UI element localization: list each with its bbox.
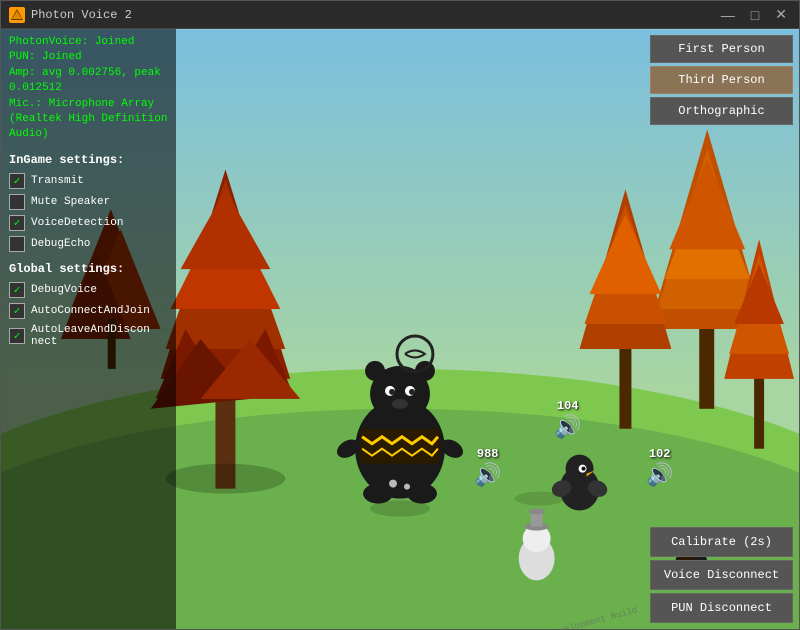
debug-echo-label: DebugEcho <box>31 238 90 250</box>
voice-disconnect-button[interactable]: Voice Disconnect <box>650 560 793 590</box>
mute-speaker-checkbox[interactable] <box>9 194 25 210</box>
app-icon <box>9 7 25 23</box>
first-person-button[interactable]: First Person <box>650 35 793 63</box>
voice-detection-label: VoiceDetection <box>31 217 123 229</box>
mute-speaker-row: Mute Speaker <box>9 194 168 210</box>
transmit-label: Transmit <box>31 175 84 187</box>
action-buttons-panel: Calibrate (2s) Voice Disconnect PUN Disc… <box>644 521 799 629</box>
auto-connect-row: AutoConnectAndJoin <box>9 303 168 319</box>
close-button[interactable]: ✕ <box>771 6 791 23</box>
status-line3: Amp: avg 0.002756, peak 0.012512 <box>9 66 168 97</box>
debug-voice-row: DebugVoice <box>9 282 168 298</box>
global-settings-title: Global settings: <box>9 262 168 276</box>
transmit-checkbox[interactable] <box>9 173 25 189</box>
speaker-988-label: 988 <box>477 447 499 461</box>
speaker-102-label: 102 <box>649 447 671 461</box>
status-block: PhotonVoice: Joined PUN: Joined Amp: avg… <box>9 35 168 143</box>
debug-voice-label: DebugVoice <box>31 284 97 296</box>
third-person-button[interactable]: Third Person <box>650 66 793 94</box>
status-line1: PhotonVoice: Joined <box>9 35 168 50</box>
auto-leave-checkbox[interactable] <box>9 328 25 344</box>
status-line4: Mic.: Microphone Array (Realtek High Def… <box>9 97 168 143</box>
auto-leave-label: AutoLeaveAndDiscon nect <box>31 324 150 348</box>
auto-leave-row: AutoLeaveAndDiscon nect <box>9 324 168 348</box>
speaker-102: 102 🔊 <box>646 447 673 489</box>
voice-detection-checkbox[interactable] <box>9 215 25 231</box>
view-buttons-panel: First Person Third Person Orthographic <box>644 29 799 131</box>
debug-voice-checkbox[interactable] <box>9 282 25 298</box>
auto-connect-checkbox[interactable] <box>9 303 25 319</box>
transmit-row: Transmit <box>9 173 168 189</box>
pun-disconnect-button[interactable]: PUN Disconnect <box>650 593 793 623</box>
mute-speaker-label: Mute Speaker <box>31 196 110 208</box>
debug-echo-checkbox[interactable] <box>9 236 25 252</box>
voice-detection-row: VoiceDetection <box>9 215 168 231</box>
app-window: Photon Voice 2 — □ ✕ <box>0 0 800 630</box>
speaker-988: 988 🔊 <box>474 447 501 489</box>
calibrate-button[interactable]: Calibrate (2s) <box>650 527 793 557</box>
ingame-settings-title: InGame settings: <box>9 153 168 167</box>
left-panel: PhotonVoice: Joined PUN: Joined Amp: avg… <box>1 29 176 629</box>
main-content: 104 🔊 988 🔊 102 🔊 Development Build Phot… <box>1 29 799 629</box>
speaker-104: 104 🔊 <box>554 399 581 441</box>
titlebar: Photon Voice 2 — □ ✕ <box>1 1 799 29</box>
window-title: Photon Voice 2 <box>31 8 711 22</box>
debug-echo-row: DebugEcho <box>9 236 168 252</box>
maximize-button[interactable]: □ <box>747 6 763 23</box>
status-line2: PUN: Joined <box>9 50 168 65</box>
minimize-button[interactable]: — <box>717 6 739 23</box>
auto-connect-label: AutoConnectAndJoin <box>31 305 150 317</box>
window-controls: — □ ✕ <box>717 6 791 23</box>
orthographic-button[interactable]: Orthographic <box>650 97 793 125</box>
speaker-104-label: 104 <box>557 399 579 413</box>
